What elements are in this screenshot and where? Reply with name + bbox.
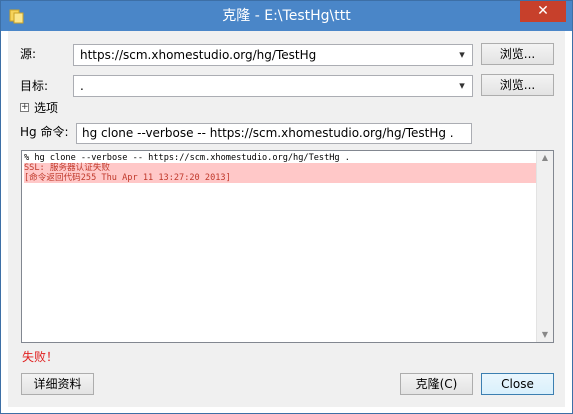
output-log[interactable]: % hg clone --verbose -- https://scm.xhom…: [21, 150, 554, 343]
log-line: % hg clone --verbose -- https://scm.xhom…: [24, 153, 350, 163]
scroll-down-icon[interactable]: ▼: [540, 330, 550, 340]
chevron-down-icon[interactable]: ▾: [455, 48, 469, 62]
source-value: https://scm.xhomestudio.org/hg/TestHg: [80, 48, 317, 62]
scroll-up-icon[interactable]: ▲: [540, 153, 550, 163]
window-title: 克隆 - E:\TestHg\ttt: [222, 8, 351, 24]
options-expander-icon[interactable]: +: [20, 103, 29, 112]
browse-dest-button[interactable]: 浏览...: [481, 74, 554, 96]
options-label[interactable]: 选项: [34, 100, 58, 116]
hg-command-field[interactable]: hg clone --verbose -- https://scm.xhomes…: [76, 123, 472, 144]
log-line-error: SSL: 服务器认证失败: [24, 163, 536, 173]
status-text: 失败！: [22, 350, 59, 364]
close-button[interactable]: Close: [481, 373, 554, 395]
hg-command-value: hg clone --verbose -- https://scm.xhomes…: [82, 126, 454, 140]
hg-command-label: Hg 命令:: [20, 125, 69, 139]
browse-source-button[interactable]: 浏览...: [481, 43, 554, 65]
clone-dialog: 克隆 - E:\TestHg\ttt ✕ 源: https://scm.xhom…: [0, 0, 573, 414]
dest-combobox[interactable]: . ▾: [73, 75, 473, 97]
window-close-button[interactable]: ✕: [520, 1, 566, 22]
details-button[interactable]: 详细资料: [21, 373, 94, 395]
title-bar: 克隆 - E:\TestHg\ttt ✕: [1, 1, 572, 31]
dialog-body: 源: https://scm.xhomestudio.org/hg/TestHg…: [8, 31, 565, 407]
log-scrollbar[interactable]: ▲ ▼: [536, 151, 553, 342]
log-line-error: [命令返回代码255 Thu Apr 11 13:27:20 2013]: [24, 173, 536, 183]
chevron-down-icon[interactable]: ▾: [455, 79, 469, 93]
clone-button[interactable]: 克隆(C): [400, 373, 473, 395]
source-label: 源:: [20, 47, 37, 61]
source-combobox[interactable]: https://scm.xhomestudio.org/hg/TestHg ▾: [73, 44, 473, 66]
dest-label: 目标:: [20, 79, 49, 93]
dest-value: .: [80, 79, 84, 93]
